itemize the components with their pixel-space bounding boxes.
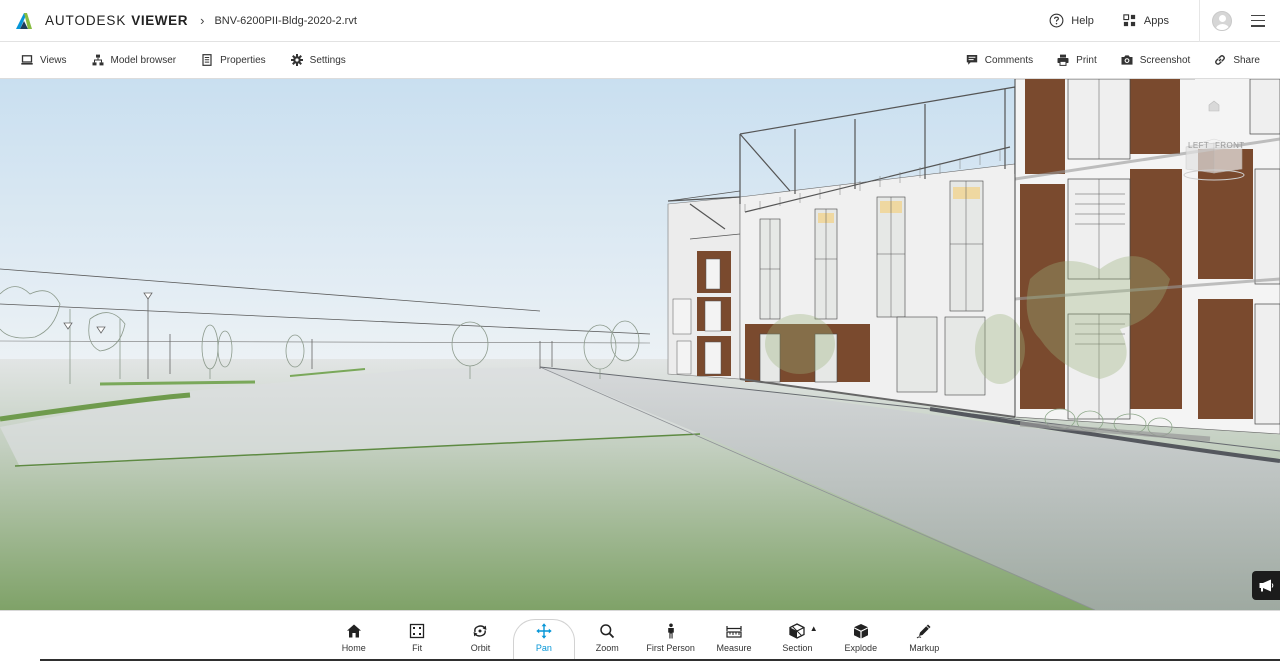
screenshot-button[interactable]: Screenshot	[1121, 54, 1191, 66]
help-label: Help	[1071, 14, 1094, 27]
section-expand-caret-icon[interactable]: ▲	[810, 624, 818, 633]
viewer-toolbar: Views Model browser Properties Settings …	[0, 42, 1280, 79]
fit-icon	[409, 623, 425, 639]
apps-grid-icon	[1123, 14, 1136, 27]
model-viewport[interactable]: LEFT FRONT	[0, 79, 1280, 610]
settings-label: Settings	[309, 54, 346, 66]
settings-button[interactable]: Settings	[290, 54, 346, 66]
section-tool[interactable]: ▲ Section	[766, 611, 829, 659]
person-icon	[667, 623, 674, 639]
comment-icon	[966, 55, 977, 65]
share-label: Share	[1233, 54, 1260, 66]
model-scene	[0, 79, 1280, 610]
home-label: Home	[341, 643, 366, 653]
help-icon	[1049, 13, 1064, 28]
apps-label: Apps	[1143, 14, 1169, 27]
autodesk-logo[interactable]	[14, 11, 34, 31]
section-box-icon	[789, 623, 806, 639]
explode-tool[interactable]: Explode	[829, 611, 892, 659]
document-icon	[202, 54, 212, 66]
header-divider	[1199, 0, 1200, 42]
comments-label: Comments	[984, 54, 1034, 66]
autodesk-logo-icon	[16, 12, 32, 29]
cube-icon	[853, 624, 868, 639]
comments-button[interactable]: Comments	[966, 54, 1033, 66]
markup-tool[interactable]: Markup	[893, 611, 956, 659]
fit-label: Fit	[412, 643, 423, 653]
print-label: Print	[1076, 54, 1097, 66]
fit-tool[interactable]: Fit	[385, 611, 448, 659]
view-cube-icon	[1183, 100, 1245, 181]
first-person-tool[interactable]: First Person	[639, 611, 702, 659]
view-cube[interactable]: LEFT FRONT	[1178, 99, 1250, 181]
first-person-label: First Person	[646, 643, 695, 653]
pan-icon	[536, 623, 552, 639]
explode-label: Explode	[844, 643, 878, 653]
brand-viewer: VIEWER	[131, 13, 189, 28]
share-button[interactable]: Share	[1214, 54, 1260, 66]
breadcrumb-chevron-icon: ›	[200, 13, 205, 28]
hierarchy-icon	[92, 54, 103, 66]
properties-label: Properties	[220, 54, 266, 66]
measure-tool[interactable]: Measure	[702, 611, 765, 659]
views-label: Views	[40, 54, 67, 66]
pan-tool[interactable]: Pan	[512, 611, 576, 660]
view-cube-front-face[interactable]: FRONT	[1215, 141, 1245, 150]
measure-label: Measure	[716, 643, 752, 653]
hamburger-menu-icon[interactable]	[1251, 14, 1265, 27]
help-button[interactable]: Help	[1049, 13, 1094, 28]
brand-autodesk: AUTODESK	[45, 13, 127, 28]
orbit-icon	[474, 625, 487, 637]
megaphone-icon	[1259, 579, 1273, 592]
model-browser-label: Model browser	[110, 54, 177, 66]
markup-label: Markup	[909, 643, 940, 653]
screenshot-label: Screenshot	[1139, 54, 1191, 66]
model-browser-button[interactable]: Model browser	[92, 54, 177, 66]
laptop-icon	[21, 55, 33, 65]
printer-icon	[1057, 54, 1069, 66]
link-icon	[1215, 55, 1226, 65]
pan-label: Pan	[535, 643, 552, 653]
brand-name: AUTODESK VIEWER	[45, 13, 188, 28]
navigation-toolbar: Home Fit Orbit Pan Zoom First Person Mea…	[0, 610, 1280, 661]
zoom-label: Zoom	[595, 643, 619, 653]
view-cube-left-face[interactable]: LEFT	[1188, 141, 1209, 150]
zoom-icon	[600, 624, 615, 639]
orbit-label: Orbit	[470, 643, 491, 653]
app-header: AUTODESK VIEWER › BNV-6200PII-Bldg-2020-2…	[0, 0, 1280, 42]
home-tool[interactable]: Home	[322, 611, 385, 659]
announcements-button[interactable]	[1252, 571, 1280, 600]
print-button[interactable]: Print	[1057, 54, 1097, 66]
views-button[interactable]: Views	[21, 54, 67, 66]
ruler-icon	[726, 626, 742, 638]
orbit-tool[interactable]: Orbit	[449, 611, 512, 659]
apps-button[interactable]: Apps	[1122, 13, 1169, 28]
properties-button[interactable]: Properties	[201, 54, 266, 66]
file-name: BNV-6200PII-Bldg-2020-2.rvt	[214, 14, 357, 27]
gear-icon	[290, 54, 303, 66]
home-icon	[346, 624, 361, 638]
camera-icon	[1121, 55, 1133, 65]
section-label: Section	[782, 643, 813, 653]
user-avatar[interactable]	[1212, 10, 1232, 31]
zoom-tool[interactable]: Zoom	[576, 611, 639, 659]
pencil-icon	[916, 624, 931, 639]
